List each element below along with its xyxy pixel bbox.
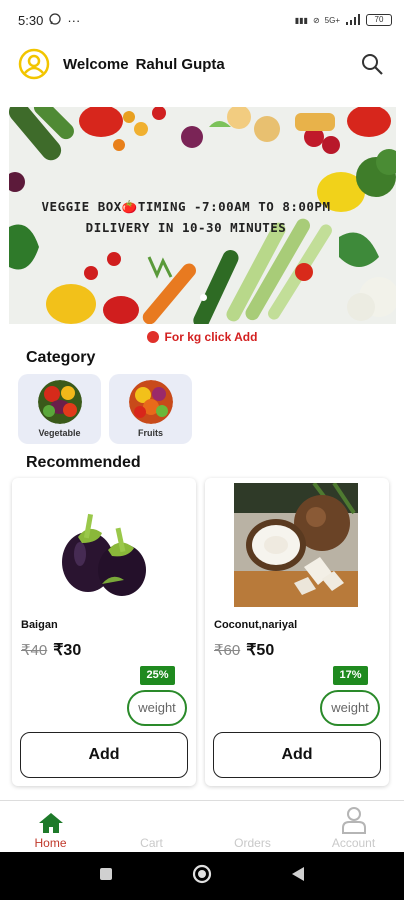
status-bar: 5:30 ··· ▮▮▮ ⊘ 5G+ 70 (0, 0, 404, 40)
nav-account-label: Account (331, 836, 376, 850)
product-mrp: ₹40 (21, 642, 48, 659)
recommended-title: Recommended (26, 454, 141, 471)
recents-icon[interactable] (99, 867, 113, 886)
product-mrp: ₹60 (214, 642, 241, 659)
product-prices: ₹40 ₹30 (21, 640, 81, 660)
promo-banner[interactable]: VEGGIE BOX🍅TIMING -7:00AM TO 8:00PM DILI… (9, 107, 396, 324)
signal-speed-icon: ▮▮▮ (294, 15, 308, 25)
product-price: ₹30 (53, 642, 82, 659)
discount-badge: 25% (140, 666, 175, 685)
banner-timing-text: VEGGIE BOX🍅TIMING -7:00AM TO 8:00PM (41, 199, 331, 214)
kg-notice: For kg click Add (0, 330, 404, 344)
baigan-product-image (62, 513, 146, 596)
fruits-category-image (128, 380, 173, 424)
back-icon[interactable] (291, 866, 305, 887)
nav-orders-label: Orders (234, 836, 271, 850)
bottom-navigation: Home Cart Orders Account (0, 800, 404, 852)
add-button[interactable]: Add (213, 732, 381, 778)
category-title: Category (26, 349, 96, 366)
app-screen: 5:30 ··· ▮▮▮ ⊘ 5G+ 70 Welcome Rahul Gupt… (0, 0, 404, 900)
home-circle-icon[interactable] (192, 864, 212, 889)
search-icon (362, 54, 383, 75)
product-card-baigan[interactable]: Baigan ₹40 ₹30 25% weight Add (12, 478, 196, 786)
battery-icon: 70 (366, 14, 392, 26)
status-time: 5:30 (18, 12, 44, 28)
system-navigation-bar (0, 852, 404, 900)
nav-home-label: Home (34, 836, 67, 850)
weight-button[interactable]: weight (320, 690, 380, 726)
red-circle-icon (146, 331, 159, 343)
nav-cart[interactable]: Cart (101, 801, 202, 852)
nav-home[interactable]: Home (0, 801, 101, 852)
nav-orders[interactable]: Orders (202, 801, 303, 852)
category-label: Fruits (137, 428, 163, 438)
search-button[interactable] (358, 50, 386, 78)
account-icon (341, 807, 366, 834)
status-more-dots: ··· (67, 12, 81, 28)
weight-button[interactable]: weight (127, 690, 187, 726)
product-name: Coconut,nariyal (214, 619, 298, 631)
user-avatar-icon[interactable] (18, 48, 50, 80)
add-button[interactable]: Add (20, 732, 188, 778)
category-card-fruits[interactable]: Fruits (109, 374, 192, 444)
banner-delivery-text: DILIVERY IN 10-30 MINUTES (85, 220, 287, 235)
nav-cart-label: Cart (140, 836, 163, 850)
kg-notice-text: For kg click Add (164, 330, 258, 344)
product-name: Baigan (21, 619, 58, 631)
user-name: Rahul Gupta (135, 55, 225, 73)
vegetables-banner-image (9, 107, 396, 324)
carousel-indicator-dot[interactable] (200, 294, 207, 301)
link-icon: ⊘ (312, 15, 320, 25)
signal-bars-icon (345, 13, 361, 27)
category-label: Vegetable (38, 428, 81, 438)
nav-account[interactable]: Account (303, 801, 404, 852)
welcome-text: Welcome (63, 55, 129, 73)
product-price: ₹50 (246, 642, 275, 659)
whatsapp-icon (49, 12, 61, 28)
network-label: 5G+ (324, 15, 340, 25)
home-icon (38, 813, 63, 833)
product-prices: ₹60 ₹50 (214, 640, 274, 660)
coconut-product-image (234, 483, 358, 607)
category-card-vegetable[interactable]: Vegetable (18, 374, 101, 444)
app-header: Welcome Rahul Gupta (18, 45, 386, 83)
vegetable-category-image (37, 380, 82, 424)
product-card-coconut[interactable]: Coconut,nariyal ₹60 ₹50 17% weight Add (205, 478, 389, 786)
discount-badge: 17% (333, 666, 368, 685)
